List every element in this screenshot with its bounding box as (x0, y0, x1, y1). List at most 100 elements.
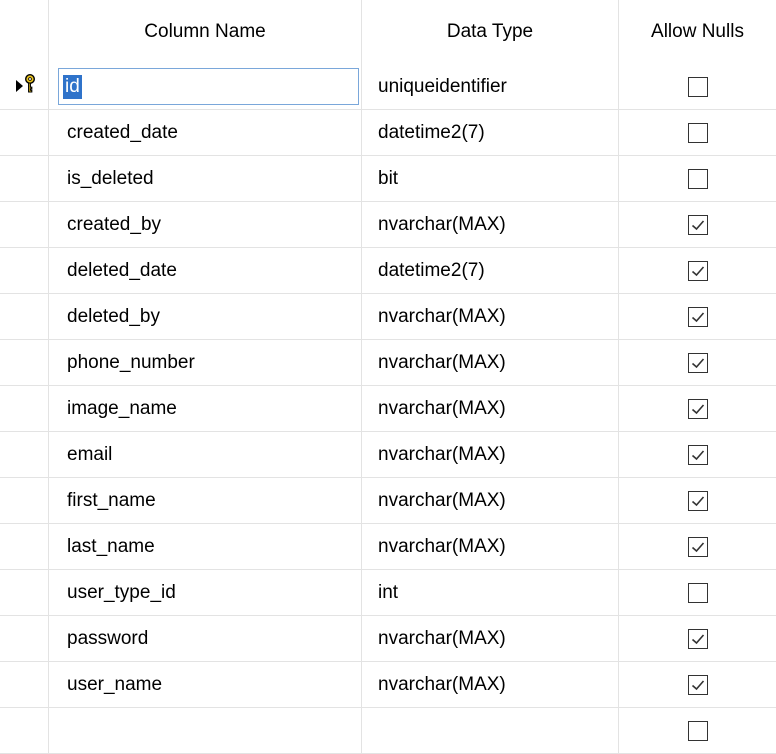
data-type-cell[interactable]: nvarchar(MAX) (362, 478, 619, 524)
column-name-cell[interactable]: deleted_by (49, 294, 362, 340)
allow-nulls-cell (619, 386, 776, 432)
column-name-cell[interactable]: password (49, 616, 362, 662)
data-type-cell[interactable]: int (362, 570, 619, 616)
allow-nulls-cell (619, 340, 776, 386)
allow-nulls-checkbox[interactable] (687, 582, 708, 603)
column-name-cell[interactable]: email (49, 432, 362, 478)
table-row[interactable]: image_name nvarchar(MAX) (0, 386, 776, 432)
table-row[interactable]: deleted_date datetime2(7) (0, 248, 776, 294)
data-type-cell[interactable]: nvarchar(MAX) (362, 524, 619, 570)
allow-nulls-cell (619, 662, 776, 708)
row-selector[interactable] (0, 340, 49, 386)
table-row[interactable]: created_by nvarchar(MAX) (0, 202, 776, 248)
table-row[interactable]: email nvarchar(MAX) (0, 432, 776, 478)
column-name-cell[interactable]: is_deleted (49, 156, 362, 202)
row-selector[interactable] (0, 110, 49, 156)
allow-nulls-checkbox[interactable] (687, 306, 708, 327)
table-row[interactable]: deleted_by nvarchar(MAX) (0, 294, 776, 340)
column-name-header[interactable]: Column Name (49, 0, 362, 64)
check-icon (691, 357, 704, 368)
table-row[interactable]: password nvarchar(MAX) (0, 616, 776, 662)
column-name-cell[interactable]: user_type_id (49, 570, 362, 616)
data-type-cell[interactable]: nvarchar(MAX) (362, 662, 619, 708)
column-name-cell[interactable]: last_name (49, 524, 362, 570)
table-row[interactable]: user_type_id int (0, 570, 776, 616)
data-type-cell[interactable]: bit (362, 156, 619, 202)
column-name-cell[interactable]: user_name (49, 662, 362, 708)
current-row-arrow-icon (16, 76, 23, 98)
table-row[interactable]: id uniqueidentifier (0, 64, 776, 110)
allow-nulls-cell (619, 570, 776, 616)
table-row[interactable]: last_name nvarchar(MAX) (0, 524, 776, 570)
data-type-cell[interactable]: nvarchar(MAX) (362, 202, 619, 248)
column-name-cell[interactable]: id (49, 64, 362, 110)
data-type-cell[interactable]: datetime2(7) (362, 110, 619, 156)
row-selector[interactable] (0, 386, 49, 432)
row-selector[interactable] (0, 64, 49, 110)
data-type-cell[interactable]: nvarchar(MAX) (362, 432, 619, 478)
allow-nulls-checkbox[interactable] (687, 674, 708, 695)
column-name-cell[interactable]: image_name (49, 386, 362, 432)
table-row[interactable]: is_deleted bit (0, 156, 776, 202)
allow-nulls-checkbox[interactable] (687, 720, 708, 741)
row-selector[interactable] (0, 662, 49, 708)
data-type-cell[interactable]: nvarchar(MAX) (362, 386, 619, 432)
data-type-cell[interactable]: nvarchar(MAX) (362, 340, 619, 386)
row-selector[interactable] (0, 524, 49, 570)
primary-key-icon (24, 73, 36, 99)
data-type-cell[interactable]: datetime2(7) (362, 248, 619, 294)
allow-nulls-checkbox[interactable] (687, 260, 708, 281)
allow-nulls-header[interactable]: Allow Nulls (619, 0, 776, 64)
allow-nulls-cell (619, 478, 776, 524)
allow-nulls-checkbox[interactable] (687, 76, 708, 97)
check-icon (691, 403, 704, 414)
column-name-cell[interactable]: phone_number (49, 340, 362, 386)
column-name-cell[interactable]: created_date (49, 110, 362, 156)
table-row[interactable]: first_name nvarchar(MAX) (0, 478, 776, 524)
column-name-text: id (63, 74, 82, 99)
row-selector[interactable] (0, 248, 49, 294)
allow-nulls-checkbox[interactable] (687, 398, 708, 419)
allow-nulls-checkbox[interactable] (687, 352, 708, 373)
allow-nulls-cell (619, 156, 776, 202)
allow-nulls-cell (619, 524, 776, 570)
allow-nulls-cell (619, 708, 776, 754)
allow-nulls-cell (619, 616, 776, 662)
data-type-cell[interactable] (362, 708, 619, 754)
allow-nulls-cell (619, 202, 776, 248)
row-selector[interactable] (0, 156, 49, 202)
column-name-cell[interactable]: created_by (49, 202, 362, 248)
allow-nulls-checkbox[interactable] (687, 490, 708, 511)
data-type-cell[interactable]: nvarchar(MAX) (362, 294, 619, 340)
check-icon (691, 449, 704, 460)
column-name-cell[interactable] (49, 708, 362, 754)
row-selector[interactable] (0, 708, 49, 754)
allow-nulls-checkbox[interactable] (687, 444, 708, 465)
table-designer-grid: Column Name Data Type Allow Nulls id uni… (0, 0, 776, 754)
table-row-new[interactable] (0, 708, 776, 754)
check-icon (691, 495, 704, 506)
table-row[interactable]: phone_number nvarchar(MAX) (0, 340, 776, 386)
allow-nulls-cell (619, 64, 776, 110)
table-row[interactable]: created_date datetime2(7) (0, 110, 776, 156)
row-selector[interactable] (0, 294, 49, 340)
allow-nulls-checkbox[interactable] (687, 214, 708, 235)
data-type-cell[interactable]: uniqueidentifier (362, 64, 619, 110)
row-selector[interactable] (0, 478, 49, 524)
data-type-cell[interactable]: nvarchar(MAX) (362, 616, 619, 662)
row-selector[interactable] (0, 202, 49, 248)
row-selector-header (0, 0, 49, 64)
data-type-header[interactable]: Data Type (362, 0, 619, 64)
column-name-editor[interactable]: id (58, 68, 359, 105)
row-selector[interactable] (0, 570, 49, 616)
allow-nulls-checkbox[interactable] (687, 536, 708, 557)
check-icon (691, 541, 704, 552)
column-name-cell[interactable]: deleted_date (49, 248, 362, 294)
allow-nulls-checkbox[interactable] (687, 628, 708, 649)
allow-nulls-checkbox[interactable] (687, 168, 708, 189)
row-selector[interactable] (0, 432, 49, 478)
table-row[interactable]: user_name nvarchar(MAX) (0, 662, 776, 708)
column-name-cell[interactable]: first_name (49, 478, 362, 524)
allow-nulls-checkbox[interactable] (687, 122, 708, 143)
row-selector[interactable] (0, 616, 49, 662)
